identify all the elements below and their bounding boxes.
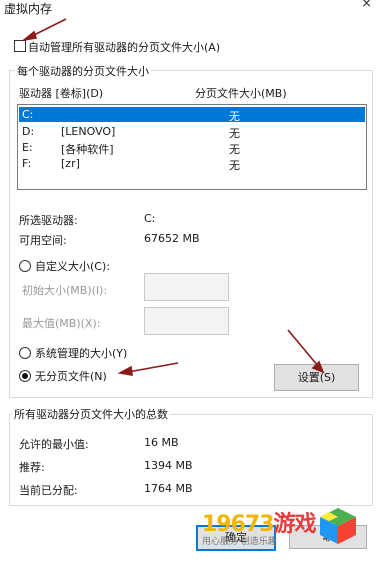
arrowhead-no-paging — [117, 365, 133, 376]
arrow-to-set-button — [287, 329, 319, 367]
watermark: 19673游戏 用心服务 创造乐趣 — [202, 506, 362, 554]
arrow-to-no-paging — [127, 362, 179, 373]
watermark-tagline: 用心服务 创造乐趣 — [202, 537, 277, 547]
arrowhead-set-button — [311, 360, 325, 374]
arrowhead-checkbox — [21, 30, 38, 42]
watermark-logo-text: 游戏 — [273, 512, 317, 537]
cube-logo-icon — [320, 508, 356, 544]
annotation-arrows — [21, 18, 325, 376]
